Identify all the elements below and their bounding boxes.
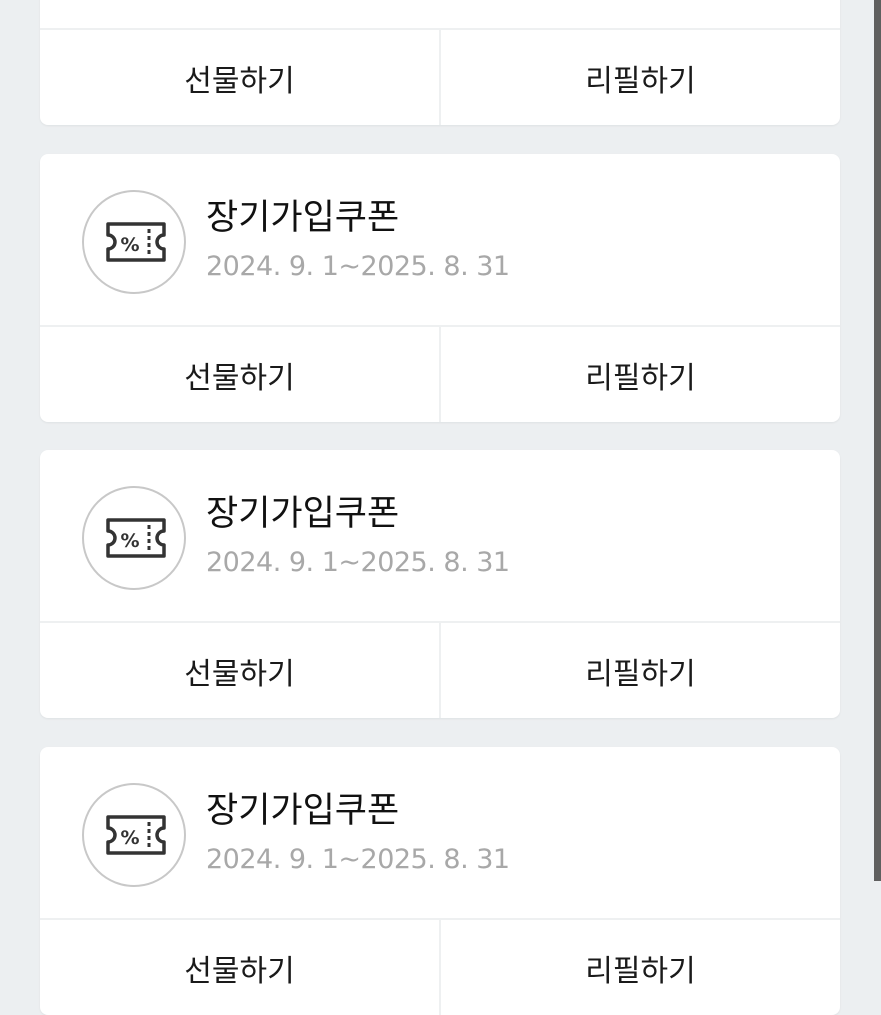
- coupon-icon: %: [82, 190, 186, 294]
- coupon-icon: %: [82, 486, 186, 590]
- ticket-percent-icon: %: [106, 518, 166, 558]
- refill-button[interactable]: 리필하기: [441, 327, 840, 422]
- ticket-percent-icon: %: [106, 815, 166, 855]
- gift-button[interactable]: 선물하기: [40, 30, 441, 125]
- card-actions: 선물하기 리필하기: [40, 325, 840, 422]
- coupon-period: 2024. 9. 1~2025. 8. 31: [206, 844, 510, 875]
- ticket-percent-icon: %: [106, 222, 166, 262]
- svg-text:%: %: [120, 530, 139, 552]
- refill-button[interactable]: 리필하기: [441, 920, 840, 1015]
- gift-button[interactable]: 선물하기: [40, 327, 441, 422]
- coupon-icon: %: [82, 783, 186, 887]
- coupon-card: % 선물하기 리필하기: [40, 0, 840, 125]
- scrollbar[interactable]: [874, 0, 881, 881]
- coupon-period: 2024. 9. 1~2025. 8. 31: [206, 547, 510, 578]
- svg-text:%: %: [120, 234, 139, 256]
- coupon-info: % 장기가입쿠폰 2024. 9. 1~2025. 8. 31: [40, 154, 840, 326]
- refill-button[interactable]: 리필하기: [441, 623, 840, 718]
- svg-text:%: %: [120, 827, 139, 849]
- coupon-period: 2024. 9. 1~2025. 8. 31: [206, 251, 510, 282]
- coupon-card: % 장기가입쿠폰 2024. 9. 1~2025. 8. 31 선물하기 리필하…: [40, 450, 840, 718]
- refill-button[interactable]: 리필하기: [441, 30, 840, 125]
- coupon-info: %: [40, 0, 840, 29]
- coupon-card: % 장기가입쿠폰 2024. 9. 1~2025. 8. 31 선물하기 리필하…: [40, 747, 840, 1015]
- card-actions: 선물하기 리필하기: [40, 28, 840, 125]
- coupon-info: % 장기가입쿠폰 2024. 9. 1~2025. 8. 31: [40, 747, 840, 919]
- coupon-card: % 장기가입쿠폰 2024. 9. 1~2025. 8. 31 선물하기 리필하…: [40, 154, 840, 422]
- gift-button[interactable]: 선물하기: [40, 920, 441, 1015]
- coupon-title: 장기가입쿠폰: [206, 198, 400, 238]
- card-actions: 선물하기 리필하기: [40, 918, 840, 1015]
- coupon-info: % 장기가입쿠폰 2024. 9. 1~2025. 8. 31: [40, 450, 840, 622]
- gift-button[interactable]: 선물하기: [40, 623, 441, 718]
- card-actions: 선물하기 리필하기: [40, 621, 840, 718]
- coupon-title: 장기가입쿠폰: [206, 494, 400, 534]
- coupon-title: 장기가입쿠폰: [206, 791, 400, 831]
